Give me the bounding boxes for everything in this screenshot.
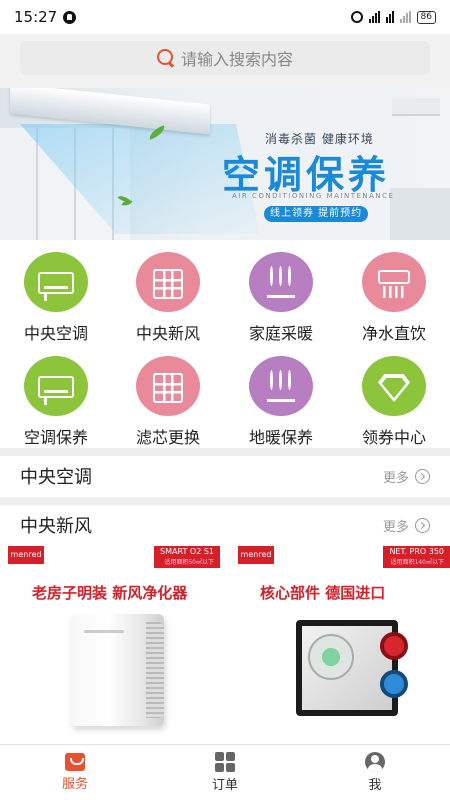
category-fresh-air[interactable]: 中央新风 <box>112 240 224 344</box>
banner-furniture-image <box>390 188 450 240</box>
category-floor-heating[interactable]: 地暖保养 <box>225 344 337 448</box>
section-divider <box>0 497 450 505</box>
category-icon-circle <box>136 252 200 312</box>
category-icon-circle <box>24 252 88 312</box>
banner-coupon-pill: 线上领券 提前预约 <box>264 206 369 222</box>
section-title: 中央新风 <box>20 516 92 537</box>
category-icon-circle <box>24 356 88 416</box>
category-icon-circle <box>362 356 426 416</box>
category-filter-replacement[interactable]: 滤芯更换 <box>112 344 224 448</box>
category-label: 滤芯更换 <box>135 428 200 447</box>
signal-secondary-icon <box>399 11 411 23</box>
category-home-heating[interactable]: 家庭采暖 <box>225 240 337 344</box>
product-card[interactable]: menred SMART O2 S1 适用面积50㎡以下 老房子明装 新风净化器 <box>8 546 220 736</box>
model-area: 适用面积140㎡以下 <box>390 559 444 566</box>
air-conditioner-icon <box>38 376 74 405</box>
chevron-right-icon <box>415 468 430 484</box>
wifi-icon <box>385 11 394 23</box>
product-headline: 核心部件 德国进口 <box>260 584 386 602</box>
model-name: SMART O2 S1 <box>160 547 214 556</box>
air-purifier-image <box>70 614 164 726</box>
product-headline: 老房子明装 新风净化器 <box>32 584 188 602</box>
model-badge: NET. PRO 350 适用面积140㎡以下 <box>383 546 450 568</box>
more-link[interactable]: 更多 <box>383 516 430 535</box>
nav-label: 服务 <box>61 777 88 792</box>
user-icon <box>365 752 385 772</box>
nav-orders[interactable]: 订单 <box>150 745 300 800</box>
search-placeholder: 请输入搜索内容 <box>180 50 293 69</box>
water-purifier-icon <box>378 270 410 298</box>
category-label: 中央空调 <box>23 324 88 343</box>
model-area: 适用面积50㎡以下 <box>164 559 214 566</box>
brand-logo: menred <box>8 546 44 564</box>
brand-logo: menred <box>238 546 274 564</box>
floor-heating-icon <box>267 370 295 404</box>
category-label: 空调保养 <box>23 428 88 447</box>
model-name: NET. PRO 350 <box>389 547 444 556</box>
filter-grid-icon <box>153 373 183 403</box>
nav-service[interactable]: 服务 <box>0 745 150 800</box>
category-icon-circle <box>249 252 313 312</box>
search-input[interactable]: 请输入搜索内容 <box>20 41 430 75</box>
red-port-image <box>380 632 408 660</box>
section-divider <box>0 448 450 456</box>
battery-icon: 86 <box>416 10 436 24</box>
heating-icon <box>267 266 295 300</box>
fan-image <box>308 634 354 680</box>
category-icon-circle <box>362 252 426 312</box>
shopping-bag-icon <box>65 753 85 771</box>
more-label: 更多 <box>382 470 409 486</box>
category-label: 领券中心 <box>361 428 426 447</box>
banner-subtitle-en: AIR CONDITIONING MAINTENANCE <box>232 192 395 200</box>
banner-title: 空调保养 <box>222 153 391 197</box>
status-indicators: 86 <box>350 10 436 24</box>
category-coupon-center[interactable]: 领券中心 <box>338 344 450 448</box>
section-fresh-air: 中央新风 更多 <box>0 505 450 545</box>
category-central-ac[interactable]: 中央空调 <box>0 240 112 344</box>
category-water-purifier[interactable]: 净水直饮 <box>338 240 450 344</box>
category-label: 净水直饮 <box>361 324 426 343</box>
nav-label: 我 <box>368 778 382 793</box>
promo-banner[interactable]: 消毒杀菌 健康环境 空调保养 AIR CONDITIONING MAINTENA… <box>0 88 450 240</box>
diamond-icon <box>378 374 410 402</box>
model-badge: SMART O2 S1 适用面积50㎡以下 <box>154 546 220 568</box>
air-conditioner-icon <box>38 272 74 301</box>
notification-icon <box>63 10 77 24</box>
ventilation-core-image <box>296 620 408 716</box>
fresh-air-grid-icon <box>153 269 183 299</box>
product-card[interactable]: menred NET. PRO 350 适用面积140㎡以下 核心部件 德国进口 <box>238 546 450 736</box>
status-time: 15:27 <box>14 8 58 26</box>
blue-port-image <box>380 670 408 698</box>
chevron-right-icon <box>415 517 430 533</box>
grid-apps-icon <box>215 752 235 772</box>
bottom-nav: 服务 订单 我 <box>0 744 450 800</box>
section-central-ac: 中央空调 更多 <box>0 456 450 496</box>
category-grid: 中央空调 中央新风 家庭采暖 净水直饮 空调保养 滤芯更换 地暖保养 领券中心 <box>0 240 450 448</box>
category-icon-circle <box>249 356 313 416</box>
signal-icon <box>368 11 380 23</box>
nav-label: 订单 <box>211 778 238 793</box>
category-ac-maintenance[interactable]: 空调保养 <box>0 344 112 448</box>
category-label: 地暖保养 <box>248 428 313 447</box>
alarm-icon <box>350 11 363 23</box>
search-bar: 请输入搜索内容 <box>0 34 450 88</box>
product-list: menred SMART O2 S1 适用面积50㎡以下 老房子明装 新风净化器… <box>0 542 450 742</box>
banner-shelf-image <box>392 98 440 116</box>
section-title: 中央空调 <box>20 467 92 488</box>
search-icon <box>156 49 175 67</box>
category-label: 中央新风 <box>135 324 200 343</box>
more-label: 更多 <box>382 519 409 535</box>
status-bar: 15:27 86 <box>0 0 450 34</box>
more-link[interactable]: 更多 <box>383 467 430 486</box>
nav-me[interactable]: 我 <box>300 745 450 800</box>
category-icon-circle <box>136 356 200 416</box>
category-label: 家庭采暖 <box>248 324 313 343</box>
